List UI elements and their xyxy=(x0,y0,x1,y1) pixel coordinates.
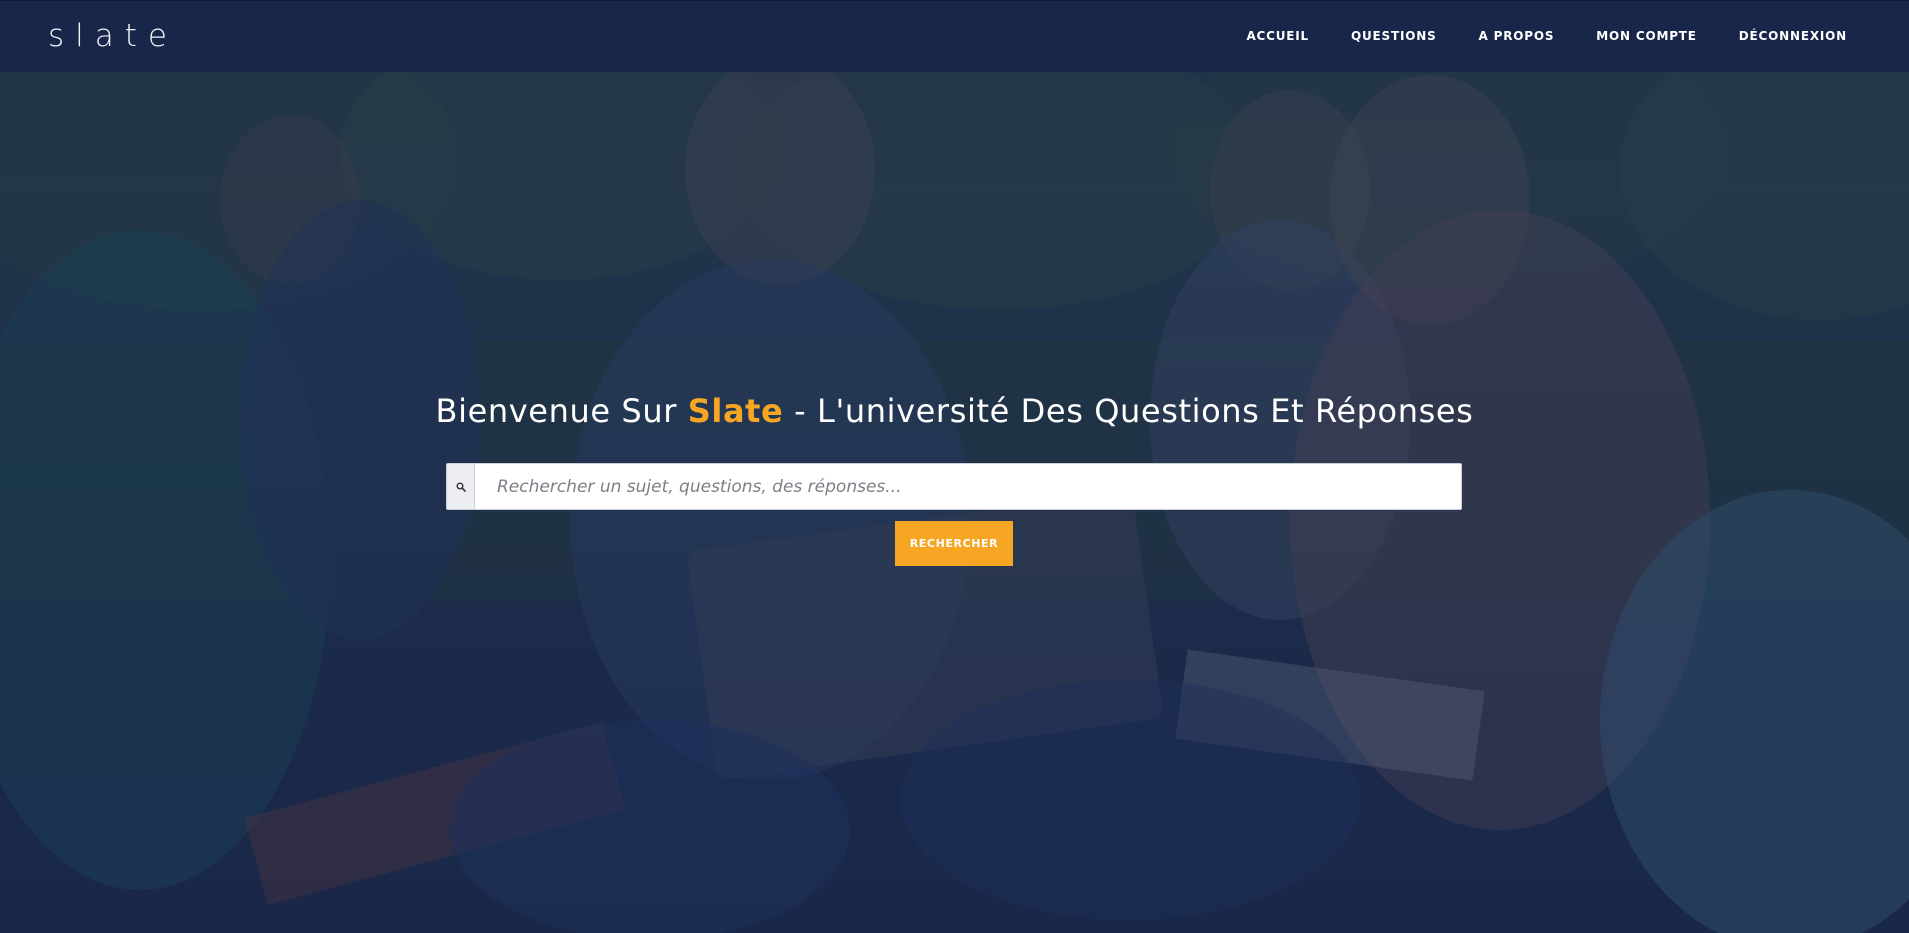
headline-suffix: - L'université Des Questions Et Réponses xyxy=(783,392,1474,430)
top-navbar: slate ACCUEIL QUESTIONS A PROPOS MON COM… xyxy=(0,0,1909,72)
page: slate ACCUEIL QUESTIONS A PROPOS MON COM… xyxy=(0,0,1909,933)
nav-link-accueil[interactable]: ACCUEIL xyxy=(1246,28,1309,44)
search-input[interactable] xyxy=(475,464,1461,509)
nav-link-mon-compte[interactable]: MON COMPTE xyxy=(1596,28,1697,44)
nav-link-questions[interactable]: QUESTIONS xyxy=(1351,28,1437,44)
main-nav: ACCUEIL QUESTIONS A PROPOS MON COMPTE DÉ… xyxy=(1246,28,1847,44)
site-logo[interactable]: slate xyxy=(48,18,178,54)
headline-prefix: Bienvenue Sur xyxy=(435,392,688,430)
nav-link-a-propos[interactable]: A PROPOS xyxy=(1479,28,1555,44)
search-bar xyxy=(446,463,1462,510)
nav-link-deconnexion[interactable]: DÉCONNEXION xyxy=(1739,28,1847,44)
hero-headline: Bienvenue Sur Slate - L'université Des Q… xyxy=(0,389,1909,433)
search-icon xyxy=(447,464,475,509)
search-button[interactable]: RECHERCHER xyxy=(895,521,1013,566)
search-icon-glyph xyxy=(456,482,466,492)
headline-brand: Slate xyxy=(687,392,784,430)
